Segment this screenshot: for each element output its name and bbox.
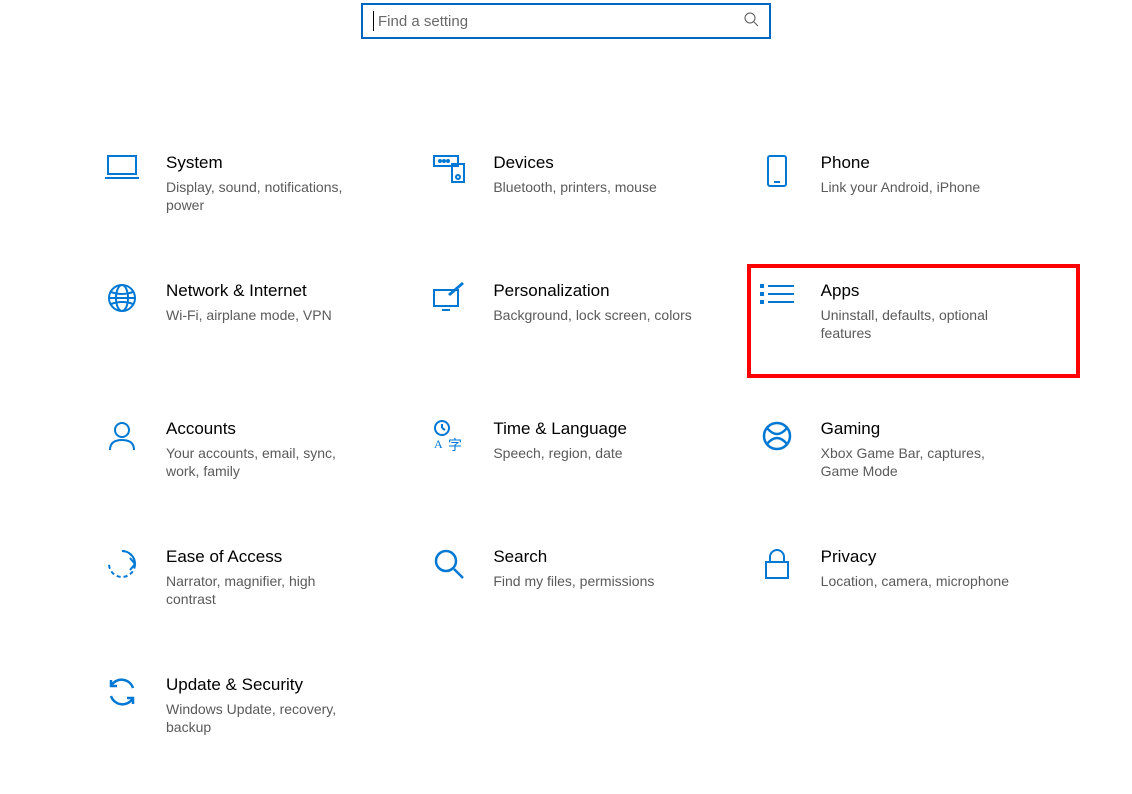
tile-subtitle: Speech, region, date [493, 444, 627, 462]
tile-personalization[interactable]: Personalization Background, lock screen,… [427, 272, 744, 360]
tile-subtitle: Narrator, magnifier, high contrast [166, 572, 366, 608]
tile-time-language[interactable]: A 字 Time & Language Speech, region, date [427, 410, 744, 488]
tile-subtitle: Your accounts, email, sync, work, family [166, 444, 366, 480]
search-box[interactable] [361, 3, 771, 39]
tile-title: Search [493, 546, 654, 568]
text-caret [373, 11, 374, 31]
tile-title: Network & Internet [166, 280, 332, 302]
tile-title: Gaming [821, 418, 1021, 440]
tile-subtitle: Location, camera, microphone [821, 572, 1009, 590]
tile-title: System [166, 152, 366, 174]
tile-ease-of-access[interactable]: Ease of Access Narrator, magnifier, high… [100, 538, 417, 616]
tile-subtitle: Uninstall, defaults, optional features [821, 306, 1021, 342]
ease-of-access-icon [100, 546, 144, 580]
globe-icon [100, 280, 144, 314]
tile-title: Personalization [493, 280, 691, 302]
tile-subtitle: Xbox Game Bar, captures, Game Mode [821, 444, 1021, 480]
tile-title: Update & Security [166, 674, 366, 696]
tile-subtitle: Bluetooth, printers, mouse [493, 178, 656, 196]
tile-title: Phone [821, 152, 981, 174]
tile-subtitle: Wi-Fi, airplane mode, VPN [166, 306, 332, 324]
system-icon [100, 152, 144, 180]
tile-gaming[interactable]: Gaming Xbox Game Bar, captures, Game Mod… [755, 410, 1072, 488]
time-language-icon: A 字 [427, 418, 471, 452]
tile-title: Ease of Access [166, 546, 366, 568]
apps-icon [755, 280, 799, 310]
personalization-icon [427, 280, 471, 312]
svg-text:字: 字 [448, 438, 462, 452]
devices-icon [427, 152, 471, 184]
gaming-icon [755, 418, 799, 452]
phone-icon [755, 152, 799, 188]
tile-subtitle: Windows Update, recovery, backup [166, 700, 366, 736]
tile-subtitle: Find my files, permissions [493, 572, 654, 590]
search-category-icon [427, 546, 471, 580]
search-icon [743, 11, 759, 32]
tile-apps[interactable]: Apps Uninstall, defaults, optional featu… [755, 272, 1072, 370]
privacy-icon [755, 546, 799, 580]
tile-title: Accounts [166, 418, 366, 440]
tile-network[interactable]: Network & Internet Wi-Fi, airplane mode,… [100, 272, 417, 360]
tile-title: Privacy [821, 546, 1009, 568]
update-icon [100, 674, 144, 708]
accounts-icon [100, 418, 144, 452]
tile-phone[interactable]: Phone Link your Android, iPhone [755, 144, 1072, 222]
tile-title: Devices [493, 152, 656, 174]
tile-update-security[interactable]: Update & Security Windows Update, recove… [100, 666, 417, 744]
tile-search[interactable]: Search Find my files, permissions [427, 538, 744, 616]
tile-subtitle: Display, sound, notifications, power [166, 178, 366, 214]
tile-privacy[interactable]: Privacy Location, camera, microphone [755, 538, 1072, 616]
search-input[interactable] [378, 13, 743, 30]
tile-subtitle: Link your Android, iPhone [821, 178, 981, 196]
svg-text:A: A [434, 437, 443, 451]
tile-title: Apps [821, 280, 1021, 302]
tile-title: Time & Language [493, 418, 627, 440]
tile-system[interactable]: System Display, sound, notifications, po… [100, 144, 417, 222]
tile-accounts[interactable]: Accounts Your accounts, email, sync, wor… [100, 410, 417, 488]
tile-subtitle: Background, lock screen, colors [493, 306, 691, 324]
tile-devices[interactable]: Devices Bluetooth, printers, mouse [427, 144, 744, 222]
